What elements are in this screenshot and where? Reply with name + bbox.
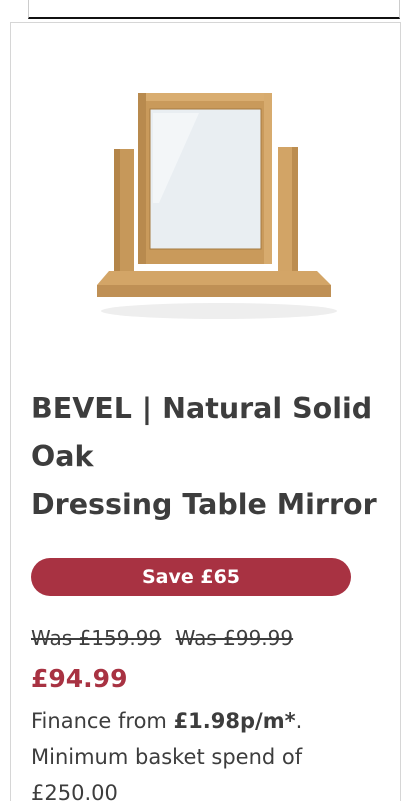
product-image[interactable] xyxy=(89,53,349,323)
finance-suffix: . xyxy=(295,709,303,733)
title-line-2: Oak xyxy=(31,440,94,473)
title-line-3: Dressing Table Mirror xyxy=(31,488,377,521)
was-prices: Was £159.99 Was £99.99 xyxy=(31,626,301,650)
product-card[interactable]: BEVEL | Natural Solid Oak Dressing Table… xyxy=(10,22,401,805)
previous-card-edge xyxy=(28,0,400,19)
finance-note: Minimum basket spend of £250.00 xyxy=(31,745,303,805)
current-price: £94.99 xyxy=(31,664,128,693)
was-price-2: Was £99.99 xyxy=(175,626,294,650)
finance-info: Finance from £1.98p/m*. Minimum basket s… xyxy=(31,703,391,811)
finance-prefix: Finance from xyxy=(31,709,174,733)
was-price-1: Was £159.99 xyxy=(31,626,162,650)
product-title[interactable]: BEVEL | Natural Solid Oak Dressing Table… xyxy=(31,385,401,529)
save-badge: Save £65 xyxy=(31,558,351,596)
title-line-1: BEVEL | Natural Solid xyxy=(31,392,373,425)
finance-amount: £1.98p/m* xyxy=(173,709,296,733)
